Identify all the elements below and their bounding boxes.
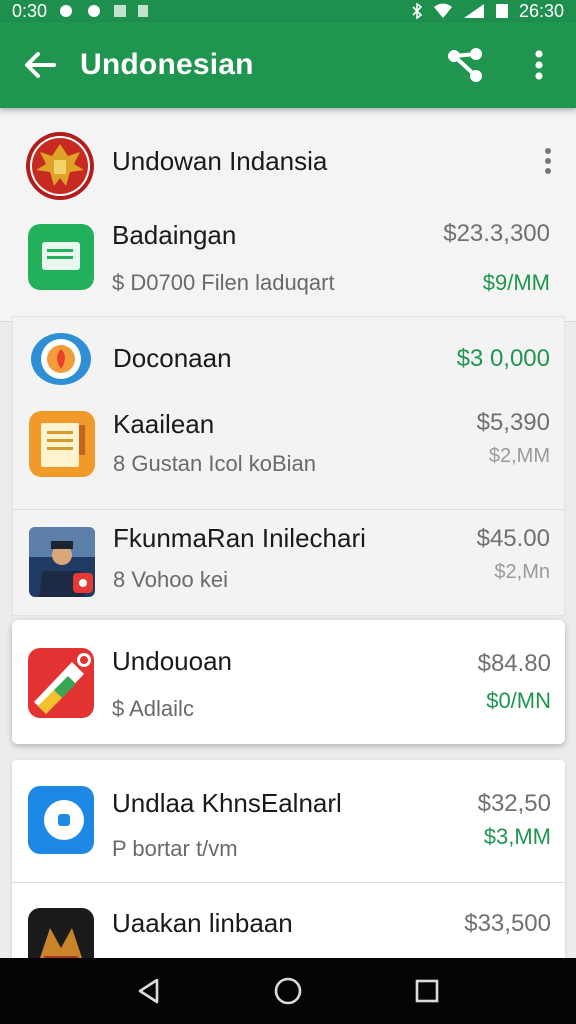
status-time-left: 0:30 <box>12 0 48 21</box>
item-amount: $84.80 <box>477 650 551 677</box>
list-item[interactable]: Undlaa KhnsEalnarl P bortar t/vm $32,50 … <box>12 760 565 880</box>
item-rate: $9/MM <box>482 270 550 295</box>
nav-back-button[interactable] <box>119 961 179 1021</box>
wifi-icon <box>433 3 452 18</box>
item-amount: $23.3,300 <box>443 220 550 247</box>
list-item[interactable]: Doconaan $3 0,000 <box>13 317 564 401</box>
item-subtitle: 8 Vohoo kei <box>113 567 228 592</box>
header-card: Undowan Indansia Badaingan $ D0700 Filen… <box>0 116 576 322</box>
list-card: Undlaa KhnsEalnarl P bortar t/vm $32,50 … <box>12 760 565 958</box>
item-rate: $0/MN <box>486 688 551 713</box>
item-title: Undouoan <box>112 646 232 676</box>
status-bar: 0:30 26:30 <box>0 0 576 22</box>
item-title: FkunmaRan Inilechari <box>113 523 366 553</box>
item-rate: $2,MM <box>488 445 550 467</box>
item-amount: $32,50 <box>477 790 551 817</box>
nav-home-button[interactable] <box>258 961 318 1021</box>
status-left: 0:30 <box>12 1 149 22</box>
nav-recents-button[interactable] <box>397 961 457 1021</box>
overflow-menu-button[interactable] <box>502 22 576 108</box>
list-item[interactable]: Badaingan $ D0700 Filen laduqart $23.3,3… <box>0 212 576 312</box>
navigation-bar <box>0 958 576 1024</box>
notification-icon <box>88 5 101 17</box>
sd-card-icon <box>138 5 149 17</box>
item-title: Badaingan <box>112 220 237 250</box>
back-button[interactable] <box>0 22 80 108</box>
list-card: Doconaan $3 0,000 Kaailean 8 Gustan Icol… <box>12 316 565 616</box>
coat-of-arms-icon <box>26 132 94 200</box>
circle-home-icon <box>274 977 302 1005</box>
status-right: 26:30 <box>411 1 564 22</box>
item-amount: $45.00 <box>476 525 550 552</box>
item-rate: $3,MM <box>483 824 551 849</box>
app-bar-actions <box>428 22 576 108</box>
item-subtitle: $ D0700 Filen laduqart <box>112 270 335 295</box>
item-title: Uaakan linbaan <box>112 908 293 938</box>
square-recents-icon <box>415 979 438 1003</box>
item-title: Undlaa KhnsEalnarl <box>112 788 342 818</box>
header-more-button[interactable] <box>544 148 552 179</box>
item-subtitle: $ Adlailc <box>112 696 194 721</box>
dark-app-icon <box>28 908 94 958</box>
app-bar: Undonesian <box>0 22 576 108</box>
blue-app-icon <box>28 786 94 854</box>
status-time-right: 26:30 <box>518 0 564 21</box>
item-amount: $5,390 <box>476 409 550 436</box>
battery-icon <box>495 4 508 18</box>
more-vert-icon <box>545 148 551 174</box>
item-amount: $33,500 <box>464 910 551 937</box>
list-item-highlighted[interactable]: Undouoan $ Adlailc $84.80 $0/MN <box>12 620 565 744</box>
arrow-back-icon <box>25 52 56 78</box>
item-amount: $3 0,000 <box>456 345 550 372</box>
screen: 0:30 26:30 Undonesian Undowan Indansia B… <box>0 0 576 1024</box>
content-list: Undowan Indansia Badaingan $ D0700 Filen… <box>0 108 576 958</box>
item-title: Doconaan <box>113 343 232 373</box>
header-title: Undowan Indansia <box>112 146 328 176</box>
bluetooth-icon <box>412 3 423 19</box>
officer-photo-icon <box>29 527 95 597</box>
list-item[interactable]: Uaakan linbaan $33,500 <box>12 882 565 958</box>
triangle-back-icon <box>139 978 159 1004</box>
app-notification-icon <box>114 5 127 17</box>
signal-icon <box>463 4 484 18</box>
share-button[interactable] <box>428 22 502 108</box>
page-title: Undonesian <box>80 48 254 81</box>
item-title: Kaailean <box>113 409 215 439</box>
notes-app-icon <box>29 411 95 477</box>
header-row[interactable]: Undowan Indansia <box>0 116 576 202</box>
list-item[interactable]: FkunmaRan Inilechari 8 Vohoo kei $45.00 … <box>13 509 564 617</box>
target-app-icon <box>31 333 91 385</box>
more-vert-icon <box>535 50 543 80</box>
chat-app-icon <box>28 224 94 290</box>
share-icon <box>448 48 482 82</box>
notification-icon <box>60 5 73 17</box>
item-subtitle: P bortar t/vm <box>112 836 238 861</box>
list-item[interactable]: Kaailean 8 Gustan Icol koBian $5,390 $2,… <box>13 401 564 501</box>
item-subtitle: 8 Gustan Icol koBian <box>113 451 317 476</box>
item-rate: $2,Mn <box>494 561 550 583</box>
red-app-icon <box>28 648 94 718</box>
